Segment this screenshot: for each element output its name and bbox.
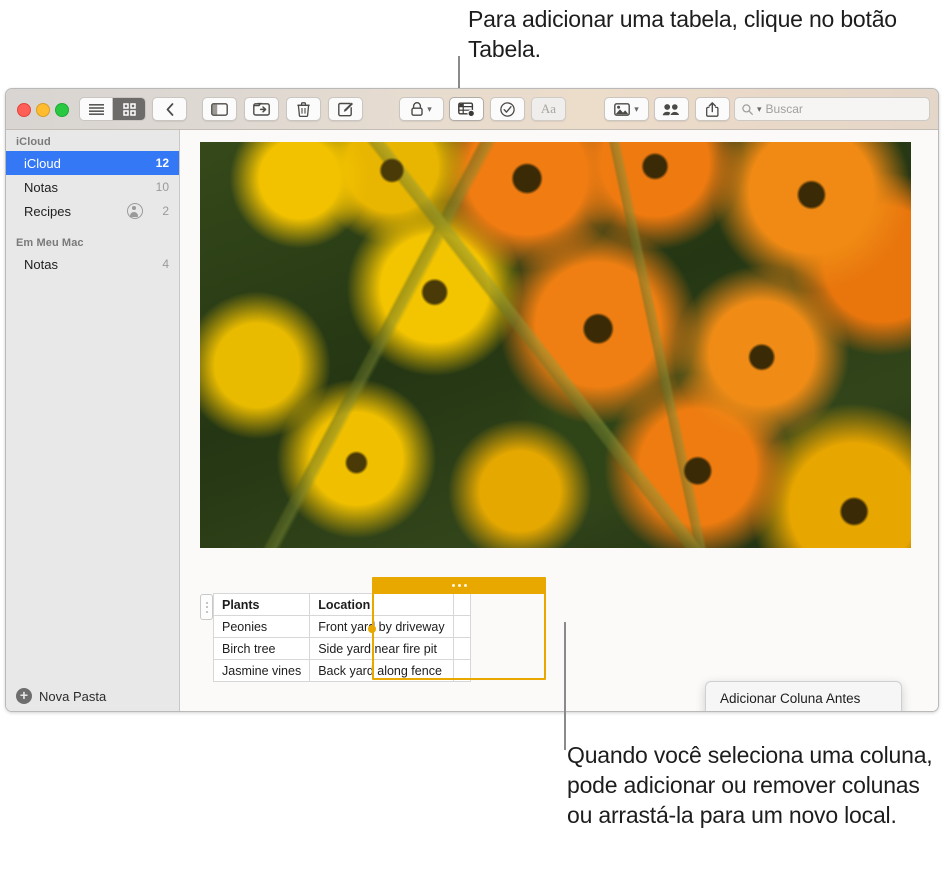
column-context-menu[interactable]: Adicionar Coluna Antes Adicionar Coluna … — [705, 681, 902, 711]
sidebar-item-count: 10 — [155, 180, 169, 194]
sidebar-item-notas-icloud[interactable]: Notas 10 — [6, 175, 179, 199]
maximize-window-button[interactable] — [55, 103, 69, 117]
plants-table[interactable]: Plants Location Peonies Front yard by dr… — [212, 593, 471, 682]
minimize-window-button[interactable] — [36, 103, 50, 117]
delete-note-button[interactable] — [286, 97, 321, 121]
table-cell[interactable]: Side yard near fire pit — [309, 637, 454, 660]
table-cell[interactable] — [452, 659, 471, 682]
add-table-button[interactable] — [449, 97, 484, 121]
sidebar-toggle-button[interactable] — [202, 97, 237, 121]
back-button[interactable] — [152, 97, 187, 121]
close-window-button[interactable] — [17, 103, 31, 117]
sidebar-item-label: iCloud — [24, 155, 61, 171]
sidebar-item-label: Recipes — [24, 203, 71, 219]
chevron-down-icon: ▾ — [757, 103, 762, 114]
menu-item-add-column-before[interactable]: Adicionar Coluna Antes — [706, 687, 901, 710]
new-folder-button[interactable]: + Nova Pasta — [6, 681, 179, 711]
table-row: Birch tree Side yard near fire pit — [212, 637, 471, 660]
list-view-button[interactable] — [80, 98, 112, 120]
table-cell[interactable]: Front yard by driveway — [309, 615, 454, 638]
lock-note-button[interactable]: ▾ — [399, 97, 444, 121]
new-folder-label: Nova Pasta — [39, 688, 107, 704]
sidebar-item-recipes[interactable]: Recipes 2 — [6, 199, 179, 223]
sidebar-item-count: 2 — [162, 204, 169, 218]
callout-bottom-leader-line — [564, 622, 566, 750]
sidebar-item-notas-local[interactable]: Notas 4 — [6, 252, 179, 276]
search-field[interactable]: ▾ Buscar — [734, 97, 930, 121]
chevron-down-icon: ▾ — [427, 103, 432, 114]
compose-note-button[interactable] — [328, 97, 363, 121]
view-mode-segmented-control[interactable] — [79, 97, 146, 121]
sidebar-section-header-icloud: iCloud — [16, 136, 51, 148]
table-cell[interactable] — [452, 637, 471, 660]
folders-sidebar: iCloud iCloud 12 Notas 10 Recipes 2 Em M… — [6, 130, 180, 711]
sidebar-section-header-on-my-mac: Em Meu Mac — [16, 237, 84, 249]
table-cell[interactable]: Jasmine vines — [212, 659, 311, 682]
table-row-handle[interactable] — [200, 594, 213, 620]
text-format-label: Aa — [540, 101, 557, 116]
sidebar-item-icloud[interactable]: iCloud 12 — [6, 151, 179, 175]
sidebar-item-count: 4 — [162, 257, 169, 271]
window-body: iCloud iCloud 12 Notas 10 Recipes 2 Em M… — [6, 130, 938, 711]
callout-bottom-text: Quando você seleciona uma coluna, pode a… — [567, 742, 933, 828]
table-row: Jasmine vines Back yard along fence — [212, 659, 471, 682]
window-titlebar: ▾ Aa ▾ ▾ Buscar — [6, 89, 938, 130]
sidebar-item-label: Notas — [24, 256, 58, 272]
column-resize-grabber[interactable] — [368, 625, 376, 633]
chevron-down-icon: ▾ — [634, 103, 639, 114]
search-icon — [742, 103, 753, 115]
checklist-button[interactable] — [490, 97, 525, 121]
table-cell[interactable] — [452, 593, 471, 616]
table-cell[interactable]: Plants — [212, 593, 311, 616]
table-cell[interactable] — [452, 615, 471, 638]
callout-top-text: Para adicionar uma tabela, clique no bot… — [468, 6, 897, 62]
plus-circle-icon: + — [16, 688, 32, 704]
menu-item-add-column-after[interactable]: Adicionar Coluna Depois — [706, 710, 901, 711]
add-people-button[interactable] — [654, 97, 689, 121]
photo-layer-flower-centers — [200, 142, 911, 548]
column-drag-handle[interactable] — [372, 577, 546, 594]
text-format-button[interactable]: Aa — [531, 97, 566, 121]
table-row: Plants Location — [212, 593, 471, 616]
note-editor[interactable]: Plants Location Peonies Front yard by dr… — [180, 130, 938, 711]
move-note-button[interactable] — [244, 97, 279, 121]
note-photo[interactable] — [200, 142, 911, 548]
shared-folder-icon — [127, 203, 143, 219]
table-row: Peonies Front yard by driveway — [212, 615, 471, 638]
share-button[interactable] — [695, 97, 730, 121]
table-cell[interactable]: Location — [309, 593, 454, 616]
table-cell[interactable]: Birch tree — [212, 637, 311, 660]
sidebar-item-label: Notas — [24, 179, 58, 195]
sidebar-item-count: 12 — [155, 156, 169, 170]
table-cell[interactable]: Back yard along fence — [309, 659, 454, 682]
notes-app-window: ▾ Aa ▾ ▾ Buscar iCloud iCloud 12 Notas 1… — [5, 88, 939, 712]
search-placeholder: Buscar — [765, 102, 803, 116]
grid-view-button[interactable] — [112, 98, 145, 120]
add-media-button[interactable]: ▾ — [604, 97, 649, 121]
table-cell[interactable]: Peonies — [212, 615, 311, 638]
